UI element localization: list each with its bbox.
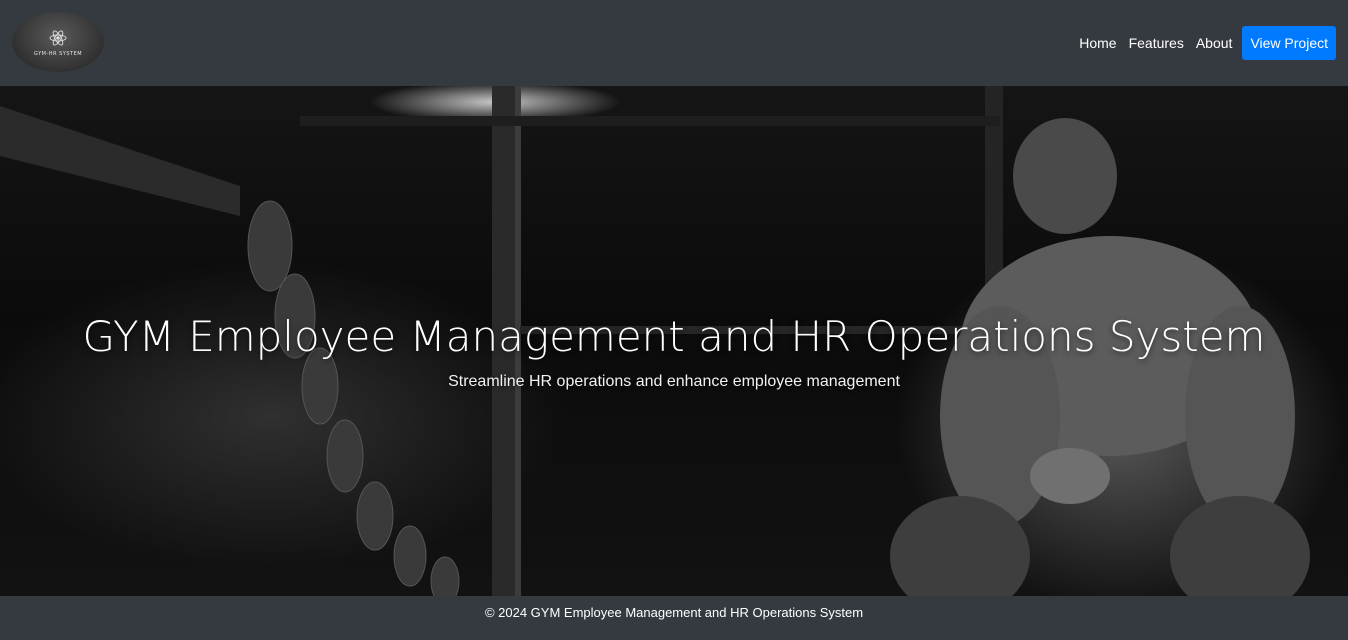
footer-copyright: © 2024 GYM Employee Management and HR Op… bbox=[484, 604, 864, 620]
view-project-button[interactable]: View Project bbox=[1242, 26, 1336, 60]
nav-features-link[interactable]: Features bbox=[1123, 27, 1190, 59]
main-nav: Home Features About View Project bbox=[1073, 26, 1336, 60]
logo-text: GYM-HR SYSTEM bbox=[33, 50, 83, 57]
nav-about-link[interactable]: About bbox=[1190, 27, 1239, 59]
logo[interactable]: GYM-HR SYSTEM bbox=[12, 12, 104, 72]
nav-home-link[interactable]: Home bbox=[1073, 27, 1122, 59]
footer: © 2024 GYM Employee Management and HR Op… bbox=[0, 596, 1348, 640]
hero-section: GYM Employee Management and HR Operation… bbox=[0, 86, 1348, 596]
atom-icon bbox=[49, 29, 67, 46]
navbar: GYM-HR SYSTEM Home Features About View P… bbox=[0, 0, 1348, 86]
hero-subtitle: Streamline HR operations and enhance emp… bbox=[448, 373, 900, 390]
hero-title: GYM Employee Management and HR Operation… bbox=[82, 312, 1266, 361]
